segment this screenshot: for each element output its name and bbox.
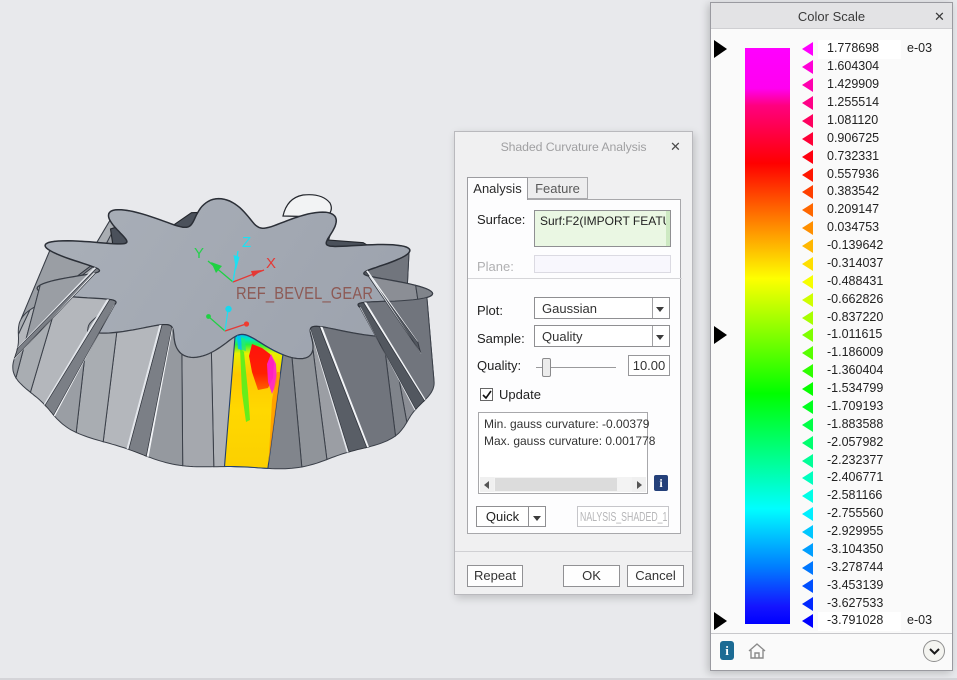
svg-text:Z: Z [242, 234, 251, 251]
svg-text:X: X [266, 255, 276, 272]
svg-text:Y: Y [194, 245, 204, 262]
svg-text:REF_BEVEL_GEAR: REF_BEVEL_GEAR [236, 284, 373, 303]
